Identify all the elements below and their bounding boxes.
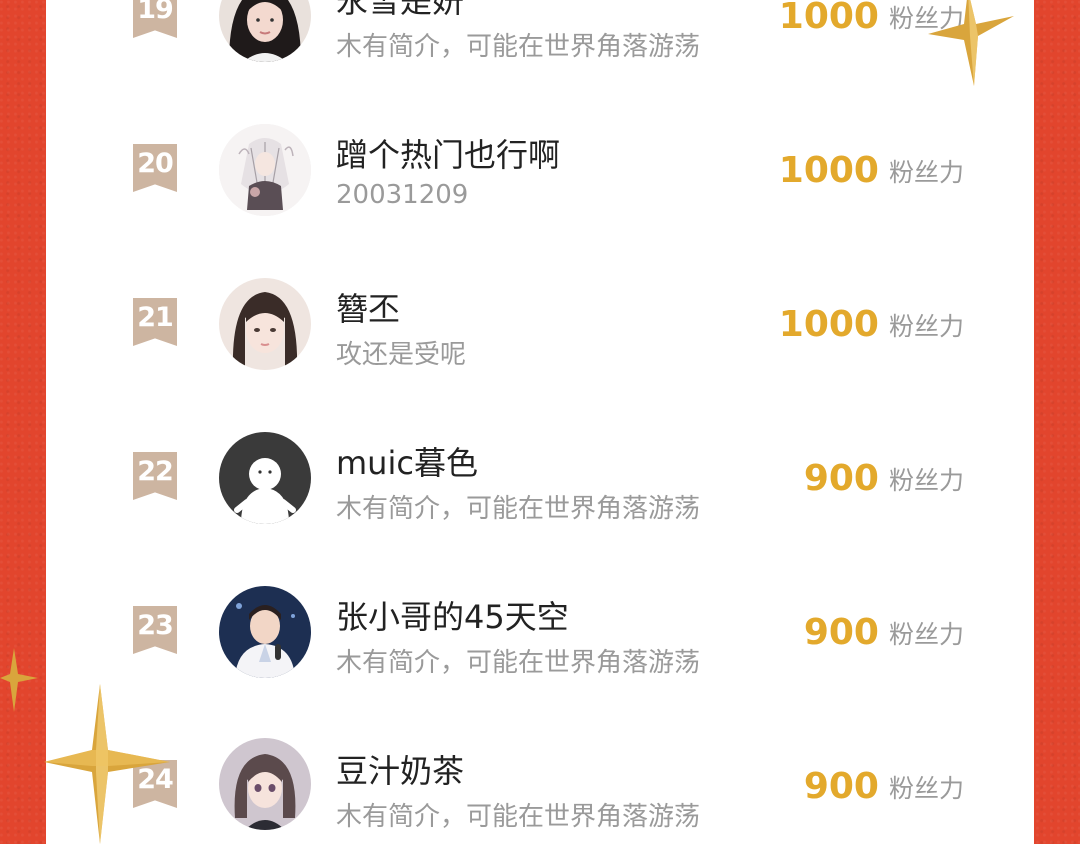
avatar[interactable] bbox=[219, 278, 311, 370]
score-value: 900 bbox=[803, 458, 879, 499]
rank-badge: 22 bbox=[133, 452, 177, 500]
avatar[interactable] bbox=[219, 586, 311, 678]
score: 900 粉丝力 bbox=[804, 612, 964, 653]
score: 900 粉丝力 bbox=[804, 766, 964, 807]
list-item[interactable]: 19 永雪是妍 木有简介，可能在世界角落游荡 1000 粉丝力 bbox=[46, 0, 1034, 94]
avatar[interactable] bbox=[219, 432, 311, 524]
avatar[interactable] bbox=[219, 0, 311, 62]
user-description: 木有简介，可能在世界角落游荡 bbox=[336, 802, 701, 832]
score-value: 1000 bbox=[778, 0, 879, 37]
score: 1000 粉丝力 bbox=[779, 304, 964, 345]
user-description: 木有简介，可能在世界角落游荡 bbox=[336, 32, 701, 62]
list-item[interactable]: 21 簪丕 攻还是受呢 1000 粉丝力 bbox=[46, 248, 1034, 402]
score-unit: 粉丝力 bbox=[888, 157, 964, 187]
user-description: 20031209 bbox=[336, 180, 469, 210]
user-name[interactable]: 簪丕 bbox=[336, 284, 400, 330]
score-value: 1000 bbox=[778, 304, 879, 345]
score-value: 900 bbox=[803, 766, 879, 807]
user-name[interactable]: 蹭个热门也行啊 bbox=[336, 130, 560, 176]
score: 1000 粉丝力 bbox=[779, 150, 964, 191]
avatar[interactable] bbox=[219, 124, 311, 216]
user-description: 木有简介，可能在世界角落游荡 bbox=[336, 494, 701, 524]
score-unit: 粉丝力 bbox=[888, 311, 964, 341]
list-item[interactable]: 23 张小哥的45天空 木有简介，可能在世界角落游荡 900 粉丝力 bbox=[46, 556, 1034, 710]
rank-badge: 20 bbox=[133, 144, 177, 192]
user-description: 木有简介，可能在世界角落游荡 bbox=[336, 648, 701, 678]
rank-badge: 23 bbox=[133, 606, 177, 654]
score: 900 粉丝力 bbox=[804, 458, 964, 499]
score-value: 900 bbox=[803, 612, 879, 653]
list-item[interactable]: 24 豆汁奶茶 木有简介，可能在世界角落游荡 900 粉丝力 bbox=[46, 710, 1034, 844]
score-unit: 粉丝力 bbox=[888, 773, 964, 803]
user-name[interactable]: 张小哥的45天空 bbox=[336, 592, 569, 638]
list-item[interactable]: 22 muic暮色 木有简介，可能在世界角落游荡 900 粉丝力 bbox=[46, 402, 1034, 556]
sparkle-icon bbox=[44, 684, 170, 844]
score-unit: 粉丝力 bbox=[888, 465, 964, 495]
user-description: 攻还是受呢 bbox=[336, 340, 467, 370]
leaderboard-panel: 19 永雪是妍 木有简介，可能在世界角落游荡 1000 粉丝力 20 蹭个热门也… bbox=[46, 0, 1034, 844]
list-item[interactable]: 20 蹭个热门也行啊 20031209 1000 粉丝力 bbox=[46, 94, 1034, 248]
user-name[interactable]: 豆汁奶茶 bbox=[336, 746, 464, 792]
sparkle-icon bbox=[928, 0, 1014, 86]
avatar[interactable] bbox=[219, 738, 311, 830]
user-name[interactable]: muic暮色 bbox=[336, 438, 478, 484]
score-unit: 粉丝力 bbox=[888, 619, 964, 649]
sparkle-icon bbox=[0, 648, 38, 712]
rank-badge: 19 bbox=[133, 0, 177, 38]
rank-badge: 21 bbox=[133, 298, 177, 346]
user-name[interactable]: 永雪是妍 bbox=[336, 0, 464, 22]
score-value: 1000 bbox=[778, 150, 879, 191]
